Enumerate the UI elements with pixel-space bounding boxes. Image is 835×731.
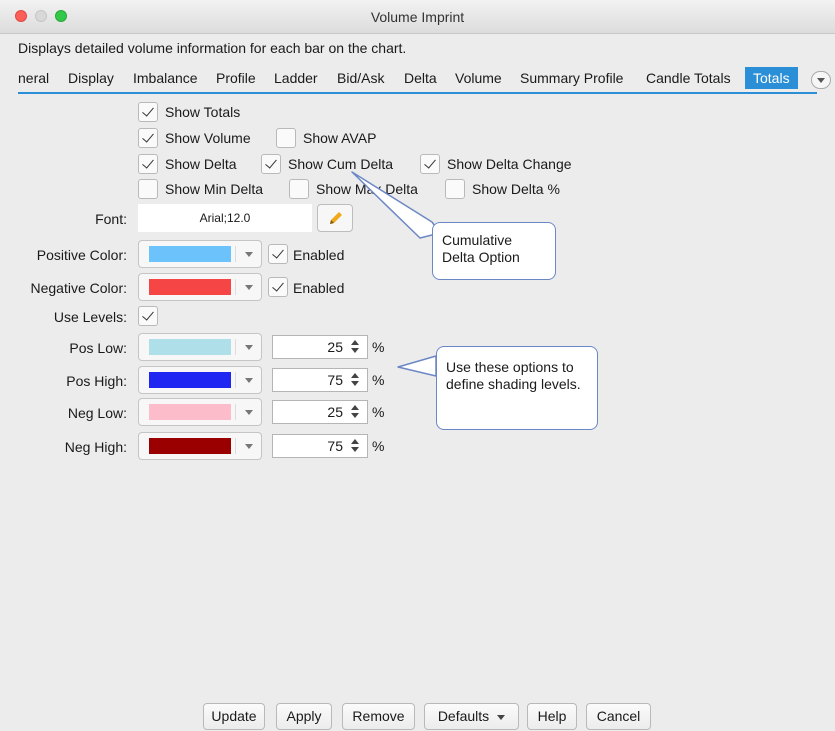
callout-pointers: [351, 171, 441, 377]
cum-delta-callout: Cumulative Delta Option: [432, 222, 556, 280]
chevron-down-icon: [497, 714, 506, 720]
remove-button[interactable]: Remove: [342, 703, 415, 730]
help-button[interactable]: Help: [527, 703, 577, 730]
apply-button[interactable]: Apply: [276, 703, 332, 730]
shading-callout-pointer: [397, 355, 437, 377]
update-button[interactable]: Update: [203, 703, 265, 730]
cum-delta-callout-pointer: [351, 171, 441, 239]
cancel-button[interactable]: Cancel: [586, 703, 651, 730]
shading-callout: Use these options to define shading leve…: [436, 346, 598, 430]
defaults-button[interactable]: Defaults: [424, 703, 519, 730]
defaults-label: Defaults: [437, 708, 490, 724]
